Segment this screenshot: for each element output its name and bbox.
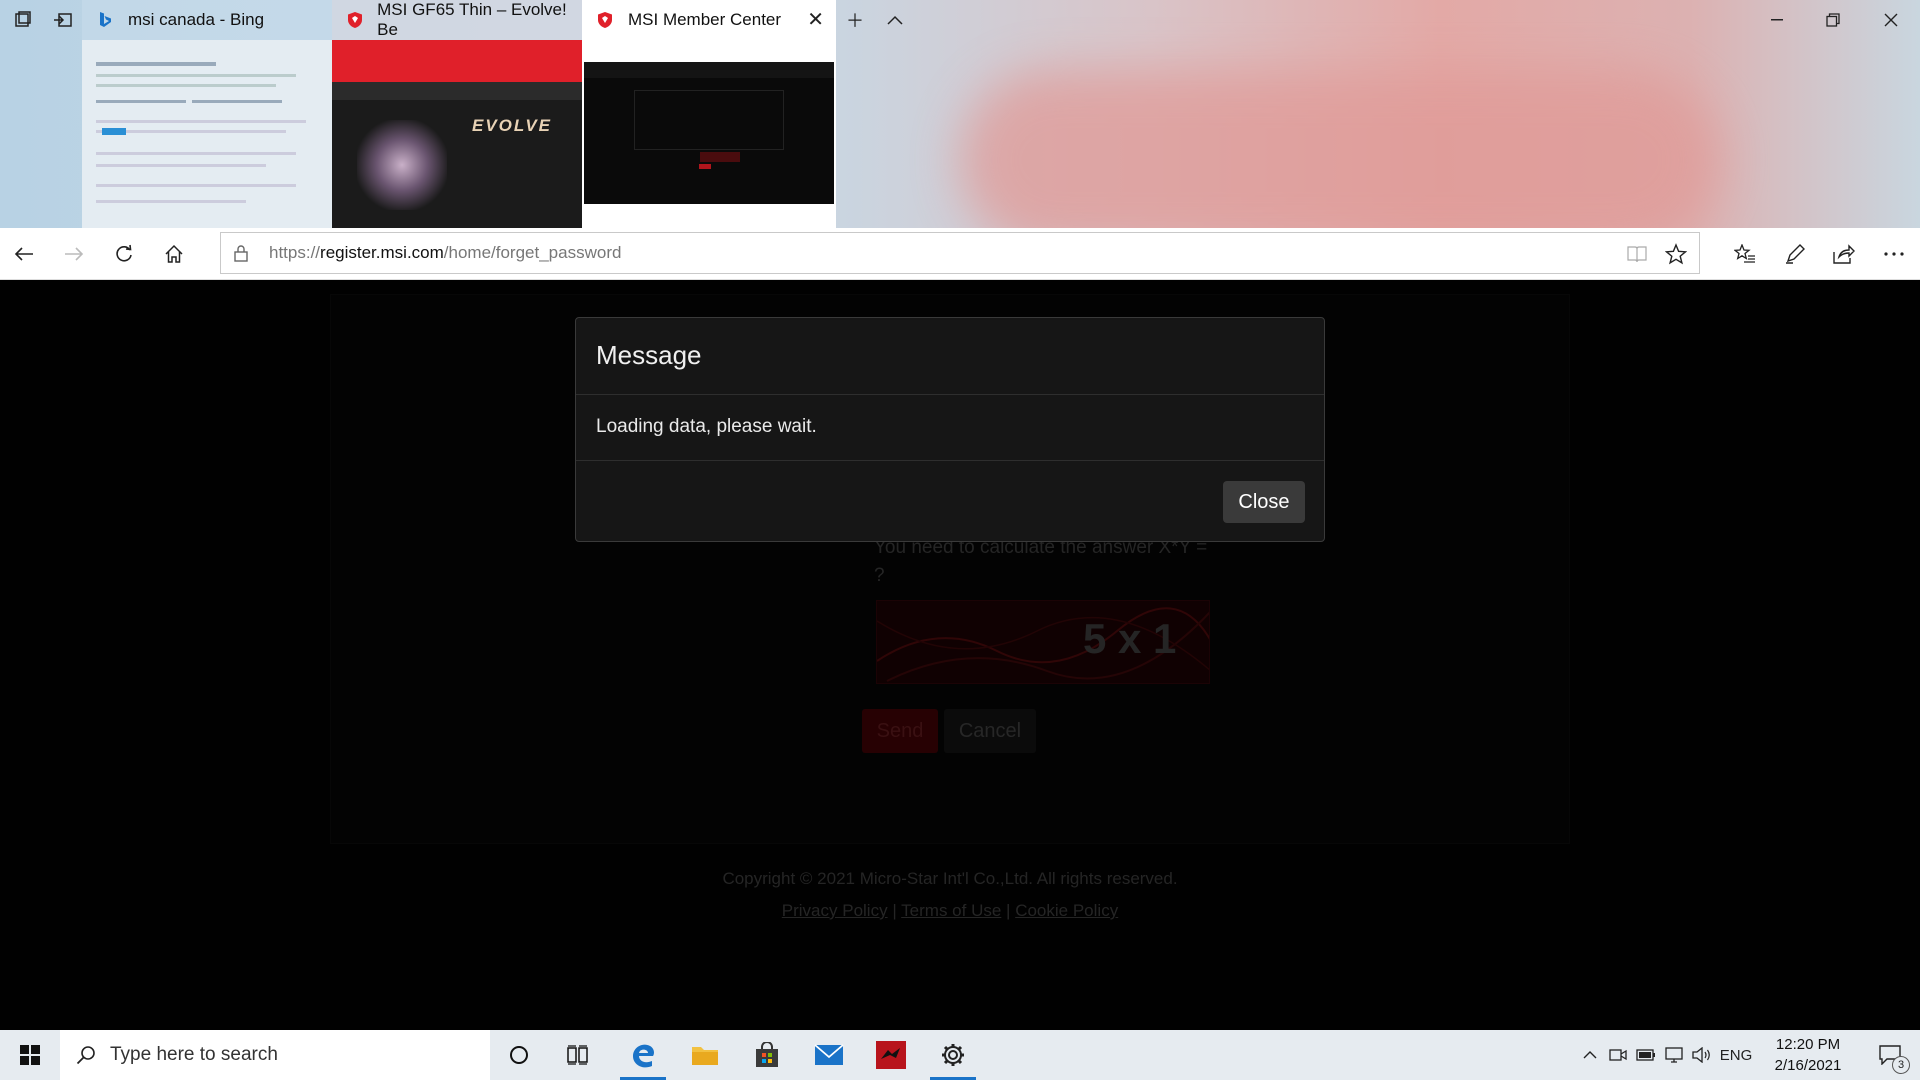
task-view-icon[interactable] <box>550 1030 608 1080</box>
pen-icon[interactable] <box>1775 234 1815 274</box>
refresh-button[interactable] <box>104 234 144 274</box>
msi-shield-icon <box>346 11 363 29</box>
msi-shield-icon <box>596 11 614 29</box>
file-explorer-icon[interactable] <box>676 1030 734 1080</box>
more-options-icon[interactable] <box>1874 234 1914 274</box>
close-window-icon[interactable] <box>1868 0 1914 40</box>
dialog-message: Loading data, please wait. <box>596 416 817 437</box>
windows-icon <box>20 1045 40 1065</box>
dialog-divider <box>576 460 1324 461</box>
notification-center-icon[interactable]: 3 <box>1868 1030 1912 1080</box>
notification-count-badge: 3 <box>1892 1056 1910 1074</box>
start-button[interactable] <box>0 1030 60 1080</box>
tab-title: msi canada - Bing <box>128 10 265 29</box>
settings-gear-icon[interactable] <box>924 1030 982 1080</box>
tab-title: MSI GF65 Thin – Evolve! Be <box>377 0 567 39</box>
date-text: 2/16/2021 <box>1774 1057 1842 1074</box>
volume-icon[interactable] <box>1690 1030 1714 1080</box>
close-button[interactable]: Close <box>1223 481 1305 523</box>
tab-preview-bing[interactable] <box>82 40 332 228</box>
store-icon[interactable] <box>738 1030 796 1080</box>
message-dialog: Message Loading data, please wait. Close <box>575 317 1325 542</box>
tab-preview-msi-gf65[interactable]: EVOLVE <box>332 40 582 228</box>
tab-title: MSI Member Center <box>628 10 782 29</box>
edge-taskbar-icon[interactable] <box>614 1030 672 1080</box>
time-text: 12:20 PM <box>1775 1036 1841 1053</box>
favorites-list-icon[interactable] <box>1725 234 1765 274</box>
search-placeholder: Type here to search <box>110 1044 278 1065</box>
chevron-up-icon[interactable] <box>872 0 918 40</box>
network-icon[interactable] <box>1662 1030 1686 1080</box>
taskbar-search-box[interactable]: Type here to search <box>60 1030 490 1080</box>
taskbar: Type here to search ENG 12:20 PM 2/16/20 <box>0 1030 1920 1080</box>
battery-icon[interactable] <box>1634 1030 1658 1080</box>
dialog-title: Message <box>596 340 702 370</box>
lock-icon <box>233 244 249 266</box>
url-text: https://register.msi.com/home/forget_pas… <box>269 243 622 262</box>
mail-icon[interactable] <box>800 1030 858 1080</box>
dialog-divider <box>576 394 1324 395</box>
chevron-up-icon[interactable] <box>1578 1030 1602 1080</box>
tab-preview-msi-member-center[interactable] <box>582 40 836 228</box>
cortana-icon[interactable] <box>490 1030 548 1080</box>
back-button[interactable] <box>4 234 44 274</box>
language-indicator[interactable]: ENG <box>1718 1030 1754 1080</box>
close-tab-icon[interactable]: ✕ <box>807 10 824 30</box>
favorite-star-icon[interactable] <box>1664 243 1688 269</box>
address-toolbar: https://register.msi.com/home/forget_pas… <box>0 228 1920 280</box>
tab-strip: msi canada - Bing MSI GF65 Thin – Evolve… <box>0 0 1920 250</box>
search-icon <box>76 1045 96 1065</box>
meet-now-icon[interactable] <box>1606 1030 1630 1080</box>
tab-msi-member-center[interactable]: MSI Member Center ✕ <box>582 0 836 40</box>
tab-bing[interactable]: msi canada - Bing <box>82 0 332 40</box>
tab-msi-gf65[interactable]: MSI GF65 Thin – Evolve! Be <box>332 0 582 40</box>
forward-button[interactable] <box>54 234 94 274</box>
address-bar[interactable]: https://register.msi.com/home/forget_pas… <box>220 232 1700 274</box>
share-icon[interactable] <box>1824 234 1864 274</box>
msi-app-icon[interactable] <box>862 1030 920 1080</box>
reading-view-icon[interactable] <box>1627 245 1647 267</box>
clock[interactable]: 12:20 PM 2/16/2021 <box>1760 1034 1856 1076</box>
bing-icon <box>96 11 114 29</box>
set-aside-tabs-icon[interactable] <box>40 0 86 40</box>
home-button[interactable] <box>154 234 194 274</box>
restore-icon[interactable] <box>1810 0 1856 40</box>
minimize-icon[interactable] <box>1754 0 1800 40</box>
